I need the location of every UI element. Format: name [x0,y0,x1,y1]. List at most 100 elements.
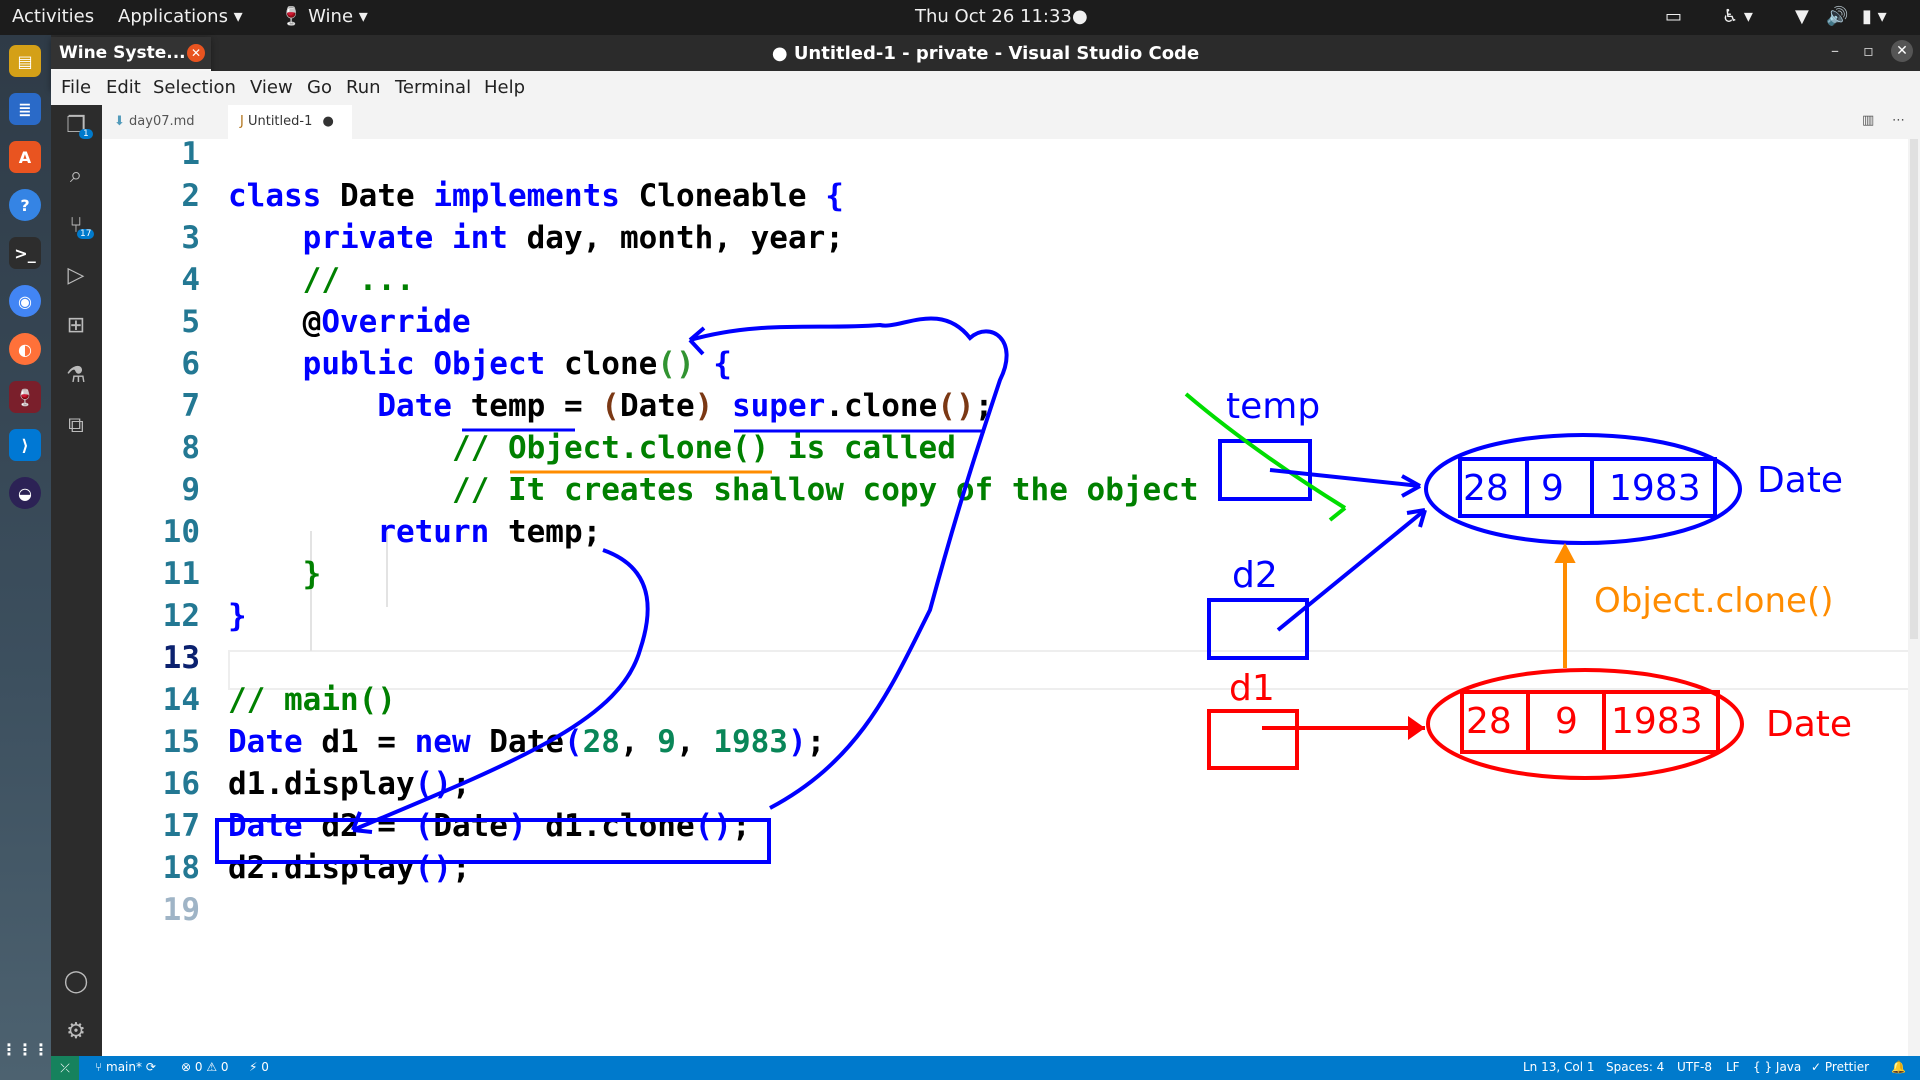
search-icon[interactable]: ⌕ [61,161,91,191]
volume-icon[interactable]: 🔊 [1826,6,1848,27]
activities-button[interactable]: Activities [12,6,94,27]
tab-label: Untitled-1 [247,114,313,129]
notification-dot-icon: ● [1072,6,1088,27]
line-number: 9 [181,472,200,508]
more-actions-icon[interactable]: ⋯ [1892,113,1905,128]
popup-close-icon[interactable]: ✕ [187,44,205,62]
firefox-icon[interactable]: ◐ [9,333,41,365]
menu-selection[interactable]: Selection [153,77,236,98]
testing-icon[interactable]: ⚗ [61,361,91,391]
line-number: 2 [181,178,200,214]
code-editor[interactable]: 1 2 class Date implements Cloneable { 3 p… [102,136,1910,1056]
code-text: } [302,556,322,592]
code-line: 1 [102,133,1910,175]
maximize-icon[interactable]: ▫ [1863,41,1874,60]
code-line: 14 // main() [102,679,1910,721]
run-debug-icon[interactable]: ▷ [61,261,91,291]
chrome-icon[interactable]: ◉ [9,285,41,317]
accessibility-icon[interactable]: ♿ ▾ [1722,6,1753,27]
remote-explorer-icon[interactable]: ⧉ [61,411,91,441]
terminal-icon[interactable]: >_ [9,237,41,269]
code-text: @Override [228,304,471,340]
menu-run[interactable]: Run [346,77,381,98]
line-number: 17 [162,808,200,844]
line-number: 12 [162,598,200,634]
line-number: 16 [162,766,200,802]
files-icon[interactable]: ▤ [9,45,41,77]
help-icon[interactable]: ? [9,189,41,221]
line-number: 10 [162,514,200,550]
menu-terminal[interactable]: Terminal [395,77,471,98]
ports-indicator[interactable]: ⚡ 0 [249,1060,269,1074]
menu-edit[interactable]: Edit [106,77,141,98]
wine-icon[interactable]: 🍷 [9,381,41,413]
system-top-bar: Activities Applications ▾ 🍷 Wine ▾ Thu O… [0,0,1920,35]
status-bar: ⤫ ⑂ main* ⟳ ⊗ 0 ⚠ 0 ⚡ 0 Ln 13, Col 1 Spa… [51,1056,1920,1080]
line-number: 13 [162,640,200,676]
line-number: 7 [181,388,200,424]
line-number: 14 [162,682,200,718]
clock[interactable]: Thu Oct 26 11:33 [915,6,1072,27]
menu-file[interactable]: File [61,77,91,98]
remote-icon[interactable]: ⤫ [51,1056,79,1080]
activity-bar: ❐ 1 ⌕ ⑂ 17 ▷ ⊞ ⚗ ⧉ ◯ ⚙ [51,105,102,1056]
code-line: 6 public Object clone() { [102,343,1910,385]
code-text: // main() [228,682,396,718]
vscode-icon[interactable]: ⟩ [9,429,41,461]
code-line: 8 // Object.clone() is called [102,427,1910,469]
minimize-icon[interactable]: – [1831,41,1839,60]
editor-scrollbar[interactable] [1908,139,1920,1056]
line-number: 8 [181,430,200,466]
software-icon[interactable]: A [9,141,41,173]
problems-indicator[interactable]: ⊗ 0 ⚠ 0 [181,1060,229,1074]
code-line: 4 // ... [102,259,1910,301]
cursor-position[interactable]: Ln 13, Col 1 [1523,1060,1595,1074]
settings-gear-icon[interactable]: ⚙ [61,1017,91,1047]
code-text: d2.display(); [228,850,471,886]
dirty-indicator: ● [322,114,334,129]
code-line: 17 Date d2 = (Date) d1.clone(); [102,805,1910,847]
window-title-bar: ● Untitled-1 - private - Visual Studio C… [51,35,1920,71]
end-of-line[interactable]: LF [1726,1060,1740,1074]
writer-icon[interactable]: ≣ [9,93,41,125]
code-text: // It creates shallow copy of the object [228,472,1199,508]
code-text: Date temp = (Date) super.clone(); [377,388,994,424]
line-number: 5 [181,304,200,340]
menu-help[interactable]: Help [484,77,525,98]
extensions-icon[interactable]: ⊞ [61,311,91,341]
line-number: 3 [181,220,200,256]
accounts-icon[interactable]: ◯ [61,967,91,997]
markdown-icon: ⬇ [114,114,130,129]
code-line: 12} [102,595,1910,637]
notifications-bell-icon[interactable]: 🔔 [1891,1060,1906,1074]
split-editor-icon[interactable]: ▥ [1862,113,1874,128]
screen-icon[interactable]: ▭ [1665,6,1682,27]
branch-name: main* [106,1060,142,1074]
prettier-status[interactable]: ✓ Prettier [1811,1060,1869,1074]
menu-go[interactable]: Go [307,77,332,98]
show-apps-icon[interactable]: ⋮⋮⋮ [1,1033,49,1065]
wine-menu[interactable]: 🍷 Wine ▾ [280,6,368,27]
battery-icon[interactable]: ▮ ▾ [1862,6,1887,27]
close-icon[interactable]: ✕ [1891,40,1913,62]
applications-menu[interactable]: Applications ▾ [118,6,243,27]
code-line: 7 Date temp = (Date) super.clone(); [102,385,1910,427]
line-number: 19 [162,892,200,928]
line-number: 6 [181,346,200,382]
encoding[interactable]: UTF-8 [1677,1060,1712,1074]
code-line: 9 // It creates shallow copy of the obje… [102,469,1910,511]
eclipse-icon[interactable]: ◒ [9,477,41,509]
code-line: 18 d2.display(); [102,847,1910,889]
branch-indicator[interactable]: ⑂ main* ⟳ [95,1060,156,1074]
code-text: public Object clone() { [302,346,732,382]
code-text: d1.display(); [228,766,471,802]
menu-view[interactable]: View [250,77,293,98]
code-line: 16 d1.display(); [102,763,1910,805]
code-text: // Object.clone() is called [228,430,956,466]
indentation[interactable]: Spaces: 4 [1606,1060,1664,1074]
language-mode[interactable]: { } Java [1753,1060,1801,1074]
code-line: 13 [102,637,1910,679]
network-icon[interactable]: ▼ [1795,6,1809,27]
code-text: Date d2 = (Date) d1.clone(); [228,808,751,844]
scrollbar-thumb[interactable] [1910,139,1918,639]
